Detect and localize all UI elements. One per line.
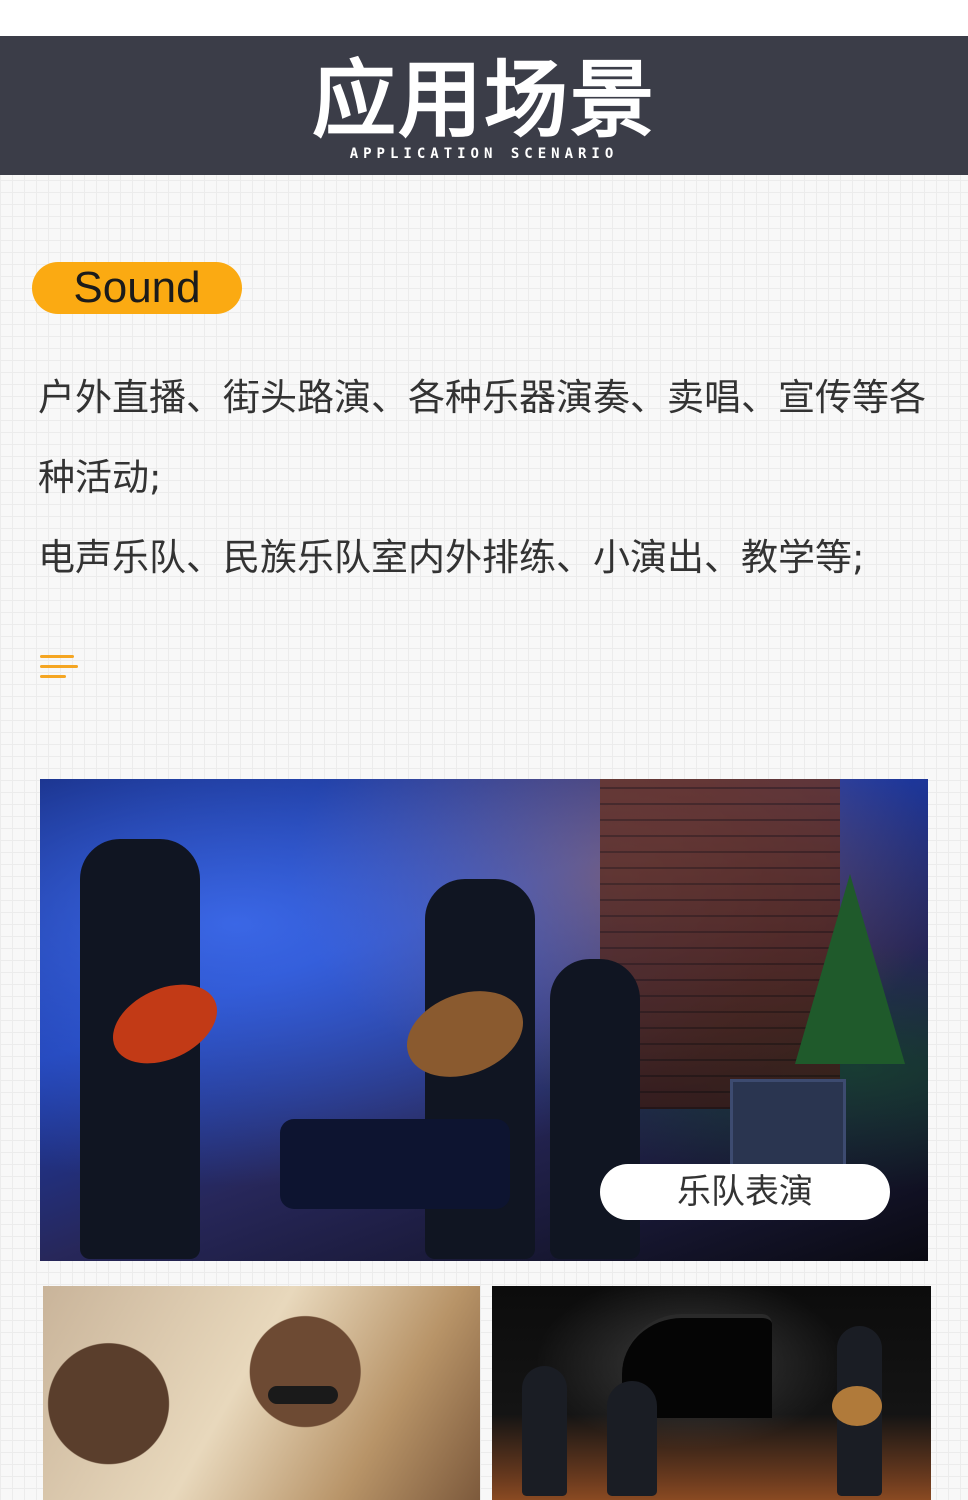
section-header: 应用场景 APPLICATION SCENARIO bbox=[0, 36, 968, 175]
description-line-1: 户外直播、街头路演、各种乐器演奏、卖唱、宣传等各种活动; bbox=[38, 376, 926, 499]
performer-1 bbox=[522, 1366, 567, 1496]
sunglasses bbox=[268, 1386, 338, 1404]
scenario-description: 户外直播、街头路演、各种乐器演奏、卖唱、宣传等各种活动; 电声乐队、民族乐队室内… bbox=[38, 358, 938, 598]
top-spacer bbox=[0, 0, 968, 36]
section-subtitle: APPLICATION SCENARIO bbox=[349, 146, 619, 162]
street-friends-photo bbox=[43, 1286, 480, 1500]
sound-badge: Sound bbox=[32, 262, 242, 314]
amplifier bbox=[730, 1079, 846, 1175]
description-line-2: 电声乐队、民族乐队室内外排练、小演出、教学等; bbox=[38, 536, 865, 579]
menu-lines-icon[interactable] bbox=[40, 655, 80, 683]
christmas-tree bbox=[795, 874, 905, 1064]
performer-2 bbox=[607, 1381, 657, 1496]
section-title: 应用场景 bbox=[311, 51, 656, 149]
stage-concert-photo bbox=[492, 1286, 931, 1500]
drum-kit bbox=[280, 1119, 510, 1209]
photo-caption: 乐队表演 bbox=[600, 1164, 890, 1220]
band-performance-photo: 乐队表演 bbox=[40, 779, 928, 1261]
stage-guitar bbox=[832, 1386, 882, 1426]
